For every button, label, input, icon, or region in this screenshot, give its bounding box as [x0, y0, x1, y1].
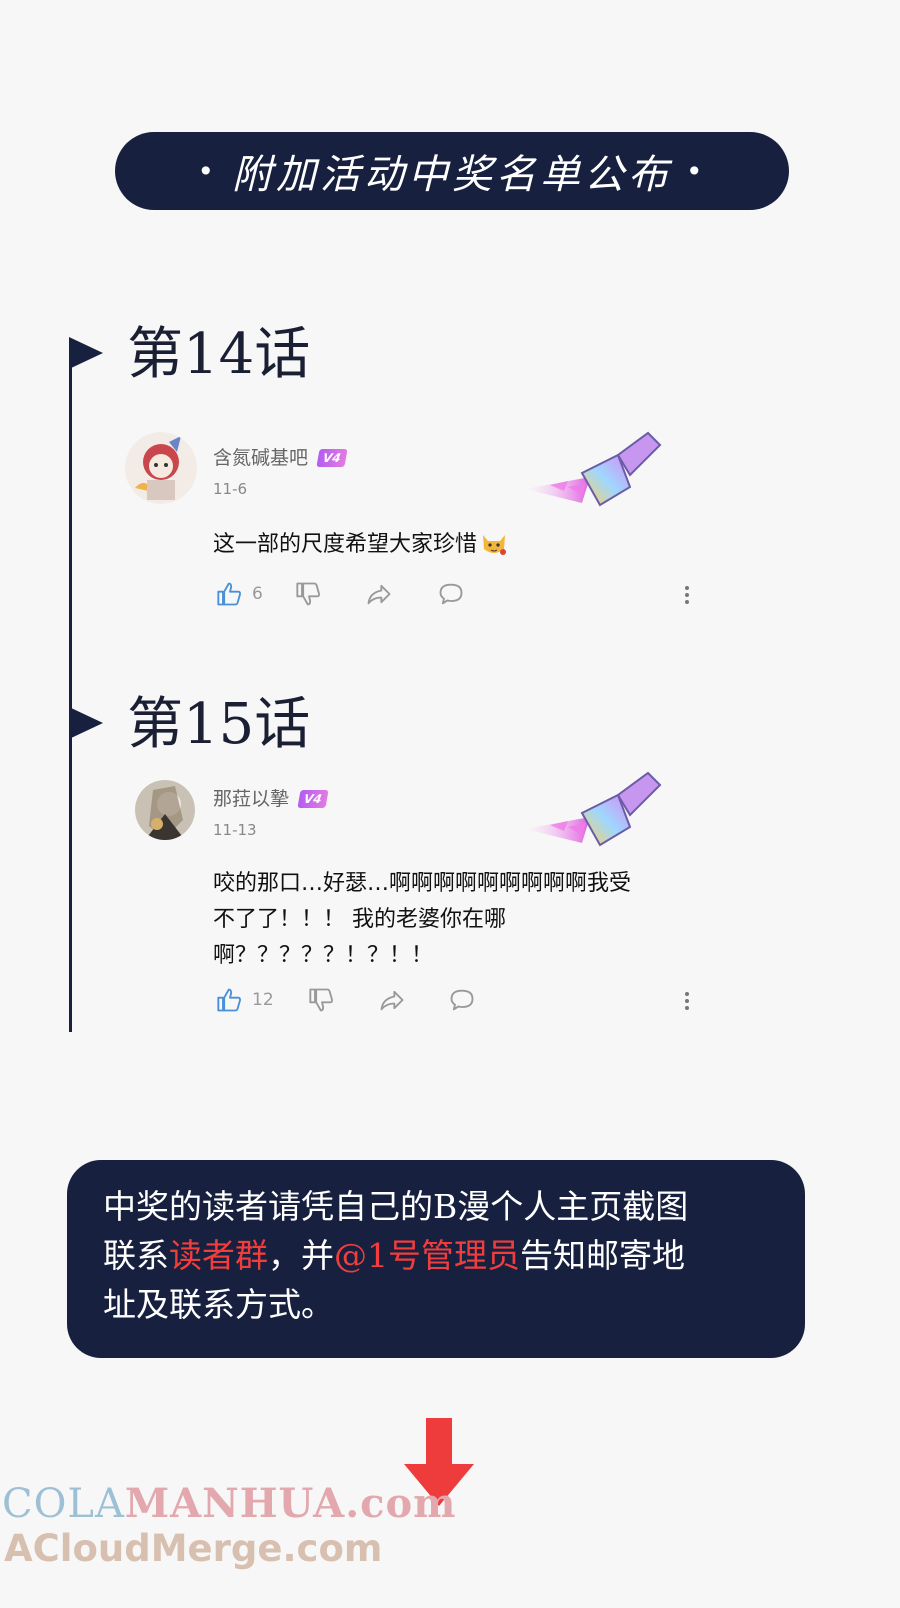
username[interactable]: 含氮碱基吧 [213, 447, 308, 469]
info-box: 中奖的读者请凭自己的B漫个人主页截图 联系读者群，并@1号管理员告知邮寄地 址及… [67, 1160, 805, 1358]
avatar-image [125, 432, 197, 504]
dislike-button[interactable] [308, 986, 336, 1014]
cat-emoji [479, 529, 509, 557]
watermark: COLAMANHUA.com [2, 1480, 457, 1527]
timeline-marker [69, 707, 103, 739]
title-dot-left: • [197, 154, 218, 188]
avatar[interactable] [135, 780, 195, 840]
share-icon [380, 990, 404, 1011]
comment-date: 11-13 [213, 821, 257, 839]
reader-group-link[interactable]: 读者群 [169, 1236, 268, 1275]
comment-actions: 12 [216, 986, 476, 1014]
timeline-line [69, 362, 72, 1032]
share-button[interactable] [378, 986, 406, 1014]
chapter-title: 第14话 [127, 322, 311, 387]
avatar[interactable] [125, 432, 197, 504]
dislike-button[interactable] [295, 580, 323, 608]
username[interactable]: 那菈以摯 [213, 788, 289, 810]
reply-button[interactable] [448, 986, 476, 1014]
comment-date: 11-6 [213, 480, 248, 498]
info-line-3: 址及联系方式。 [103, 1285, 334, 1324]
comment-icon [450, 989, 474, 1011]
like-count: 12 [252, 990, 274, 1010]
thumb-down-icon [309, 988, 333, 1012]
page-title: 附加活动中奖名单公布 [232, 152, 672, 198]
paintbrush-decoration [525, 431, 662, 507]
like-button[interactable]: 6 [216, 580, 263, 608]
info-line-2: 联系读者群，并@1号管理员告知邮寄地 [103, 1236, 685, 1275]
admin-mention[interactable]: @1号管理员 [334, 1236, 520, 1275]
level-badge: V4 [297, 790, 329, 808]
comment-actions: 6 [216, 580, 465, 608]
paintbrush-decoration [525, 771, 662, 847]
title-banner: • 附加活动中奖名单公布 • [115, 132, 789, 210]
share-button[interactable] [365, 580, 393, 608]
comment-header: 那菈以摯 V4 [213, 784, 329, 811]
more-icon[interactable] [685, 989, 691, 1013]
thumb-down-icon [296, 582, 320, 606]
info-line-1: 中奖的读者请凭自己的B漫个人主页截图 [103, 1187, 689, 1226]
avatar-image [135, 780, 195, 840]
comment-text: 这一部的尺度希望大家珍惜 [213, 527, 509, 563]
reply-button[interactable] [437, 580, 465, 608]
title-dot-right: • [686, 154, 707, 188]
comment-icon [439, 583, 463, 605]
comment-text: 咬的那口…好瑟…啊啊啊啊啊啊啊啊啊我受 不了了！！！ 我的老婆你在哪 啊？？？？… [213, 871, 632, 968]
more-icon[interactable] [685, 583, 691, 607]
level-badge: V4 [316, 449, 348, 467]
like-count: 6 [252, 584, 263, 604]
thumb-up-icon [217, 988, 241, 1012]
share-icon [367, 584, 391, 605]
timeline-marker [69, 337, 103, 369]
thumb-up-icon [217, 582, 241, 606]
comment-header: 含氮碱基吧 V4 [213, 443, 348, 470]
like-button[interactable]: 12 [216, 986, 274, 1014]
watermark: ACloudMerge.com [4, 1527, 383, 1570]
chapter-title: 第15话 [127, 692, 311, 757]
